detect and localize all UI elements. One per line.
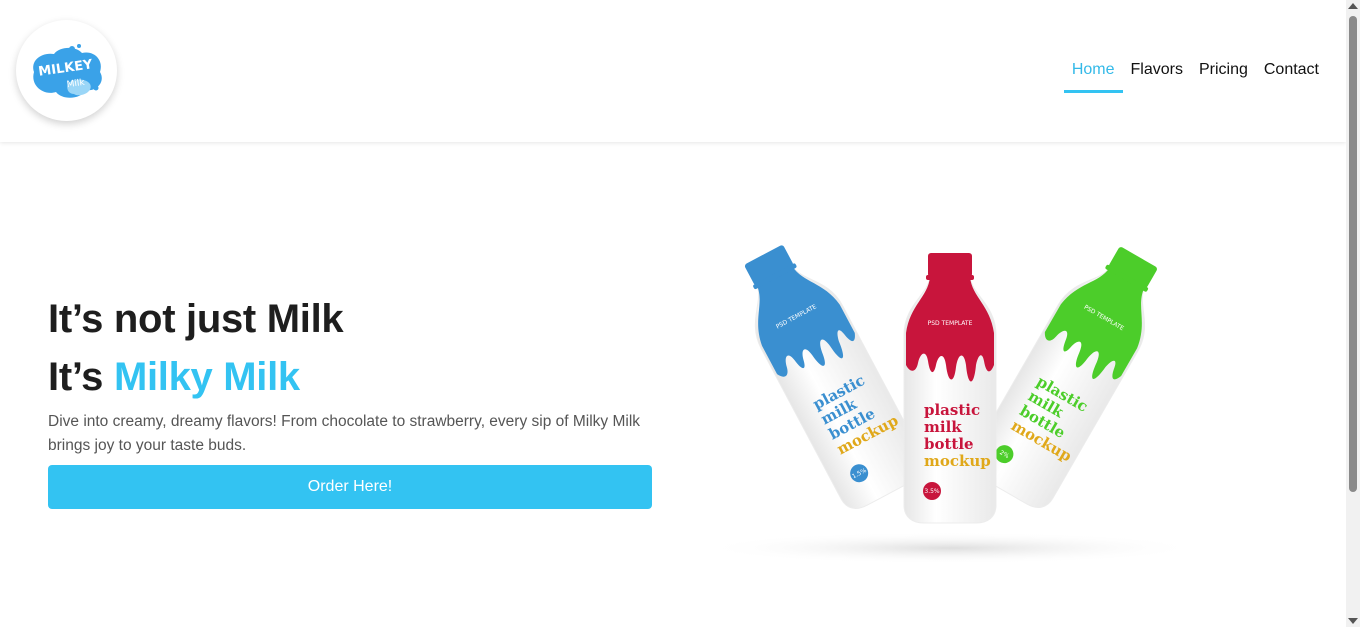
bottle-title-word: milk xyxy=(924,418,962,436)
nav-item-flavors[interactable]: Flavors xyxy=(1123,58,1191,93)
bottle-band-label: PSD TEMPLATE xyxy=(928,320,973,327)
main-nav: Home Flavors Pricing Contact xyxy=(1063,58,1327,93)
scrollbar[interactable] xyxy=(1346,0,1360,627)
order-button[interactable]: Order Here! xyxy=(48,465,652,509)
milk-bottle: PSD TEMPLATE plasticmilkbottlemockup 3.5% xyxy=(903,253,997,524)
hero-title-line1: It’s not just Milk xyxy=(48,297,344,341)
bottle-percent-label: 3.5% xyxy=(924,488,940,495)
milk-splash-icon: MILKEY Milk xyxy=(33,44,102,98)
scroll-up-arrow-icon[interactable] xyxy=(1348,3,1358,9)
bottle-title-word: plastic xyxy=(924,401,980,419)
scroll-down-arrow-icon[interactable] xyxy=(1348,618,1358,624)
milk-bottles-image: PSD TEMPLATEplasticmilkbottlemockup1.5% … xyxy=(700,245,1200,564)
hero-description: Dive into creamy, dreamy flavors! From c… xyxy=(48,413,641,454)
logo[interactable]: MILKEY Milk xyxy=(16,20,117,121)
bottle-title-word: mockup xyxy=(924,452,991,470)
site-header: MILKEY Milk Home Flavors Pricing Contact xyxy=(0,0,1346,142)
hero-section: It’s not just Milk It’s Milky Milk Dive … xyxy=(48,290,658,458)
hero-title-prefix: It’s xyxy=(48,355,114,399)
nav-item-pricing[interactable]: Pricing xyxy=(1191,58,1256,93)
scroll-thumb[interactable] xyxy=(1349,16,1357,492)
milk-bottle: PSD TEMPLATEplasticmilkbottlemockup1.5% xyxy=(744,245,926,509)
hero-title-line2: It’s Milky Milk xyxy=(48,348,658,406)
bottle-title-word: bottle xyxy=(924,435,974,453)
nav-item-contact[interactable]: Contact xyxy=(1256,58,1327,93)
nav-item-home[interactable]: Home xyxy=(1063,58,1123,93)
hero-title-accent: Milky Milk xyxy=(113,355,300,399)
